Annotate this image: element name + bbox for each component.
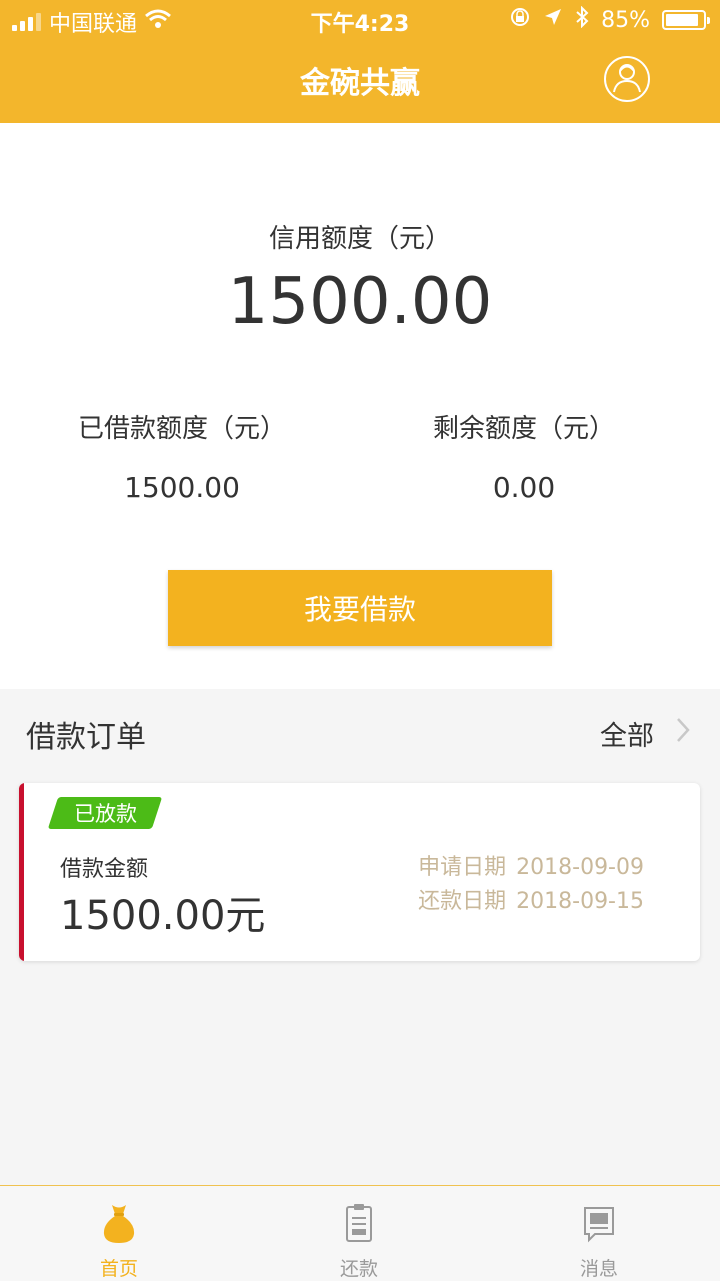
apply-date-row: 申请日期 2018-09-09 <box>418 851 644 885</box>
loan-amount-value: 1500.00元 <box>60 893 266 939</box>
bluetooth-icon <box>575 5 589 34</box>
apply-date-value: 2018-09-09 <box>516 855 644 880</box>
remaining-amount-value: 0.00 <box>492 471 556 504</box>
orders-section-title: 借款订单 <box>26 720 146 755</box>
tab-bar: 首页 还款 消息 <box>0 1185 720 1281</box>
view-all-orders-link[interactable]: 全部 <box>600 714 690 753</box>
repay-date-row: 还款日期 2018-09-15 <box>418 885 644 919</box>
location-icon <box>543 7 563 33</box>
order-card[interactable]: 已放款 借款金额 1500.00元 申请日期 2018-09-09 还款日期 201… <box>19 783 700 961</box>
repay-date-label: 还款日期 <box>418 889 507 914</box>
tab-home-label: 首页 <box>99 1258 138 1280</box>
money-bag-icon <box>101 1202 137 1244</box>
remaining-amount-label: 剩余额度（元） <box>432 414 615 444</box>
message-icon <box>581 1202 617 1244</box>
view-all-label: 全部 <box>600 721 654 752</box>
clipboard-icon <box>341 1202 377 1244</box>
tab-repay-label: 还款 <box>339 1258 378 1280</box>
borrowed-amount-value: 1500.00 <box>124 471 240 504</box>
tab-home[interactable]: 首页 <box>59 1186 179 1281</box>
credit-limit-label: 信用额度（元） <box>268 224 451 254</box>
borrowed-amount-label: 已借款额度（元） <box>77 414 286 444</box>
credit-summary: 信用额度（元） 1500.00 已借款额度（元） 1500.00 剩余额度（元）… <box>0 123 720 689</box>
rotation-lock-icon <box>509 6 531 34</box>
repay-date-value: 2018-09-15 <box>516 889 644 914</box>
chevron-right-icon <box>676 717 690 750</box>
borrowed-amount-block: 已借款额度（元） 1500.00 <box>32 408 332 504</box>
order-card-accent <box>19 783 24 961</box>
loan-amount-label: 借款金额 <box>60 857 149 882</box>
borrow-button[interactable]: 我要借款 <box>168 570 552 646</box>
apply-date-label: 申请日期 <box>418 855 507 880</box>
remaining-amount-block: 剩余额度（元） 0.00 <box>374 408 674 504</box>
status-bar: 中国联通 下午4:23 85% <box>0 0 720 40</box>
tab-messages-label: 消息 <box>579 1258 618 1280</box>
tab-messages[interactable]: 消息 <box>539 1186 659 1281</box>
order-dates: 申请日期 2018-09-09 还款日期 2018-09-15 <box>418 851 644 919</box>
app-header: 中国联通 下午4:23 85% 金碗共赢 <box>0 0 720 123</box>
tab-repay[interactable]: 还款 <box>299 1186 419 1281</box>
credit-limit-value: 1500.00 <box>227 265 493 339</box>
user-profile-icon <box>610 60 644 98</box>
status-badge: 已放款 <box>47 797 163 829</box>
battery-icon <box>662 10 710 30</box>
profile-button[interactable] <box>604 56 650 102</box>
battery-percent: 85% <box>601 7 650 33</box>
